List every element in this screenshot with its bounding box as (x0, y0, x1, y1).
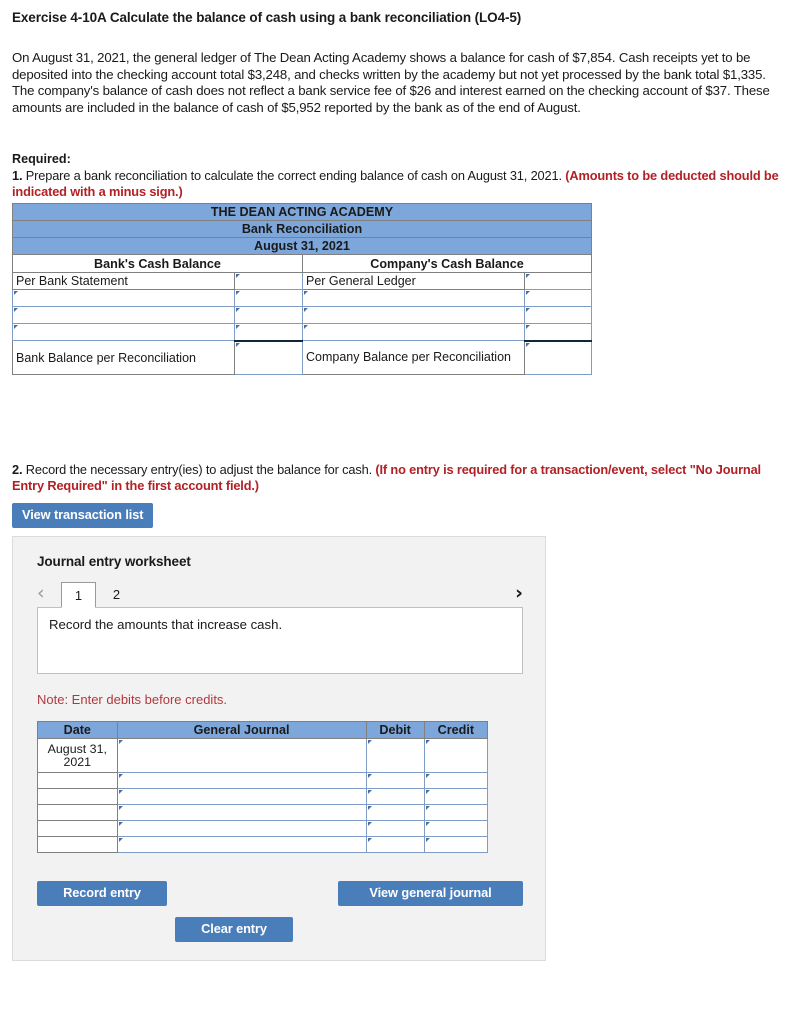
recon-statement-date: August 31, 2021 (11, 237, 593, 255)
recon-right-header: Company's Cash Balance (301, 254, 593, 273)
journal-account-5[interactable] (116, 836, 367, 853)
worksheet-tabstrip: ‹ 1 2 › (37, 582, 523, 610)
journal-date-0: August 31, 2021 (37, 738, 118, 773)
journal-credit-4[interactable] (423, 820, 489, 837)
recon-left-amount-1[interactable] (234, 289, 303, 307)
exercise-page: Exercise 4-10A Calculate the balance of … (0, 0, 811, 1024)
recon-right-total-amount[interactable] (523, 339, 593, 375)
record-entry-button[interactable]: Record entry (37, 881, 167, 906)
general-journal-table: Date General Journal Debit Credit August… (37, 721, 489, 853)
journal-account-1[interactable] (116, 772, 367, 789)
required-label: Required: (12, 152, 71, 166)
table-row (12, 289, 593, 307)
table-row (37, 772, 489, 789)
view-general-journal-button[interactable]: View general journal (338, 881, 523, 906)
table-row: Per Bank Statement Per General Ledger (12, 272, 593, 290)
requirement-1-number: 1. (12, 168, 23, 183)
journal-credit-2[interactable] (423, 788, 489, 805)
table-row (37, 804, 489, 821)
table-row: August 31, 2021 (11, 237, 593, 255)
view-transaction-list-button[interactable]: View transaction list (12, 503, 154, 528)
table-row (37, 788, 489, 805)
journal-debit-2[interactable] (365, 788, 425, 805)
journal-date-3 (37, 804, 118, 821)
recon-left-label-2[interactable] (12, 306, 235, 324)
table-row (12, 306, 593, 324)
chevron-left-icon[interactable]: ‹ (37, 584, 45, 603)
journal-debit-4[interactable] (365, 820, 425, 837)
recon-statement-name: Bank Reconciliation (11, 220, 593, 238)
worksheet-tab-2[interactable]: 2 (99, 582, 134, 608)
problem-statement: On August 31, 2021, the general ledger o… (12, 50, 770, 115)
worksheet-description-box: Record the amounts that increase cash. (37, 607, 523, 674)
recon-left-amount-2[interactable] (234, 306, 303, 324)
requirement-1-text: Prepare a bank reconciliation to calcula… (22, 168, 566, 183)
worksheet-tab-1[interactable]: 1 (61, 582, 96, 608)
table-row (37, 836, 489, 853)
recon-left-label-1[interactable] (12, 289, 235, 307)
journal-account-2[interactable] (116, 788, 367, 805)
requirement-2-text: Record the necessary entry(ies) to adjus… (22, 462, 376, 477)
chevron-right-icon[interactable]: › (515, 584, 523, 603)
recon-left-total-amount[interactable] (234, 339, 303, 375)
recon-left-header: Bank's Cash Balance (12, 254, 303, 273)
journal-header-general-journal: General Journal (116, 721, 367, 739)
journal-header-date: Date (37, 721, 118, 739)
recon-right-total-label: Company Balance per Reconciliation (302, 340, 525, 375)
recon-right-amount-1[interactable] (523, 289, 593, 307)
recon-right-amount-0[interactable] (523, 272, 593, 290)
journal-debit-1[interactable] (365, 772, 425, 789)
journal-entry-worksheet-panel: Journal entry worksheet ‹ 1 2 › Record t… (12, 536, 546, 961)
journal-date-1 (37, 772, 118, 789)
recon-left-amount-3[interactable] (234, 323, 303, 341)
journal-debit-5[interactable] (365, 836, 425, 853)
recon-left-label-3[interactable] (12, 323, 235, 341)
recon-right-label-3[interactable] (302, 323, 525, 341)
journal-account-4[interactable] (116, 820, 367, 837)
table-row: Date General Journal Debit Credit (37, 721, 489, 739)
bank-reconciliation-table: THE DEAN ACTING ACADEMY Bank Reconciliat… (11, 203, 593, 375)
table-row: Bank Balance per Reconciliation Company … (12, 339, 593, 375)
worksheet-description: Record the amounts that increase cash. (49, 617, 283, 632)
journal-credit-5[interactable] (423, 836, 489, 853)
journal-credit-0[interactable] (423, 738, 489, 773)
journal-account-0[interactable] (116, 738, 367, 773)
journal-credit-1[interactable] (423, 772, 489, 789)
table-row: THE DEAN ACTING ACADEMY (11, 203, 593, 221)
journal-debit-3[interactable] (365, 804, 425, 821)
journal-debit-0[interactable] (365, 738, 425, 773)
journal-header-debit: Debit (365, 721, 425, 739)
table-row (37, 820, 489, 837)
table-row: Bank's Cash Balance Company's Cash Balan… (12, 254, 593, 273)
recon-left-label-0: Per Bank Statement (12, 272, 235, 290)
journal-header-credit: Credit (423, 721, 489, 739)
recon-right-label-1[interactable] (302, 289, 525, 307)
recon-left-amount-0[interactable] (234, 272, 303, 290)
requirement-2-number: 2. (12, 462, 23, 477)
clear-entry-button[interactable]: Clear entry (175, 917, 293, 942)
requirement-2: 2. Record the necessary entry(ies) to ad… (12, 462, 787, 494)
exercise-title: Exercise 4-10A Calculate the balance of … (12, 10, 522, 25)
journal-credit-3[interactable] (423, 804, 489, 821)
recon-right-amount-2[interactable] (523, 306, 593, 324)
recon-right-label-2[interactable] (302, 306, 525, 324)
journal-date-5 (37, 836, 118, 853)
recon-right-amount-3[interactable] (523, 323, 593, 341)
table-row: Bank Reconciliation (11, 220, 593, 238)
requirement-1: 1. Prepare a bank reconciliation to calc… (12, 168, 787, 200)
recon-company-name: THE DEAN ACTING ACADEMY (11, 203, 593, 221)
worksheet-note: Note: Enter debits before credits. (37, 692, 228, 707)
table-row (12, 323, 593, 341)
journal-date-2 (37, 788, 118, 805)
journal-account-3[interactable] (116, 804, 367, 821)
worksheet-title: Journal entry worksheet (37, 554, 191, 569)
journal-date-4 (37, 820, 118, 837)
recon-left-total-label: Bank Balance per Reconciliation (12, 340, 235, 375)
recon-right-label-0: Per General Ledger (302, 272, 525, 290)
table-row: August 31, 2021 (37, 738, 489, 773)
